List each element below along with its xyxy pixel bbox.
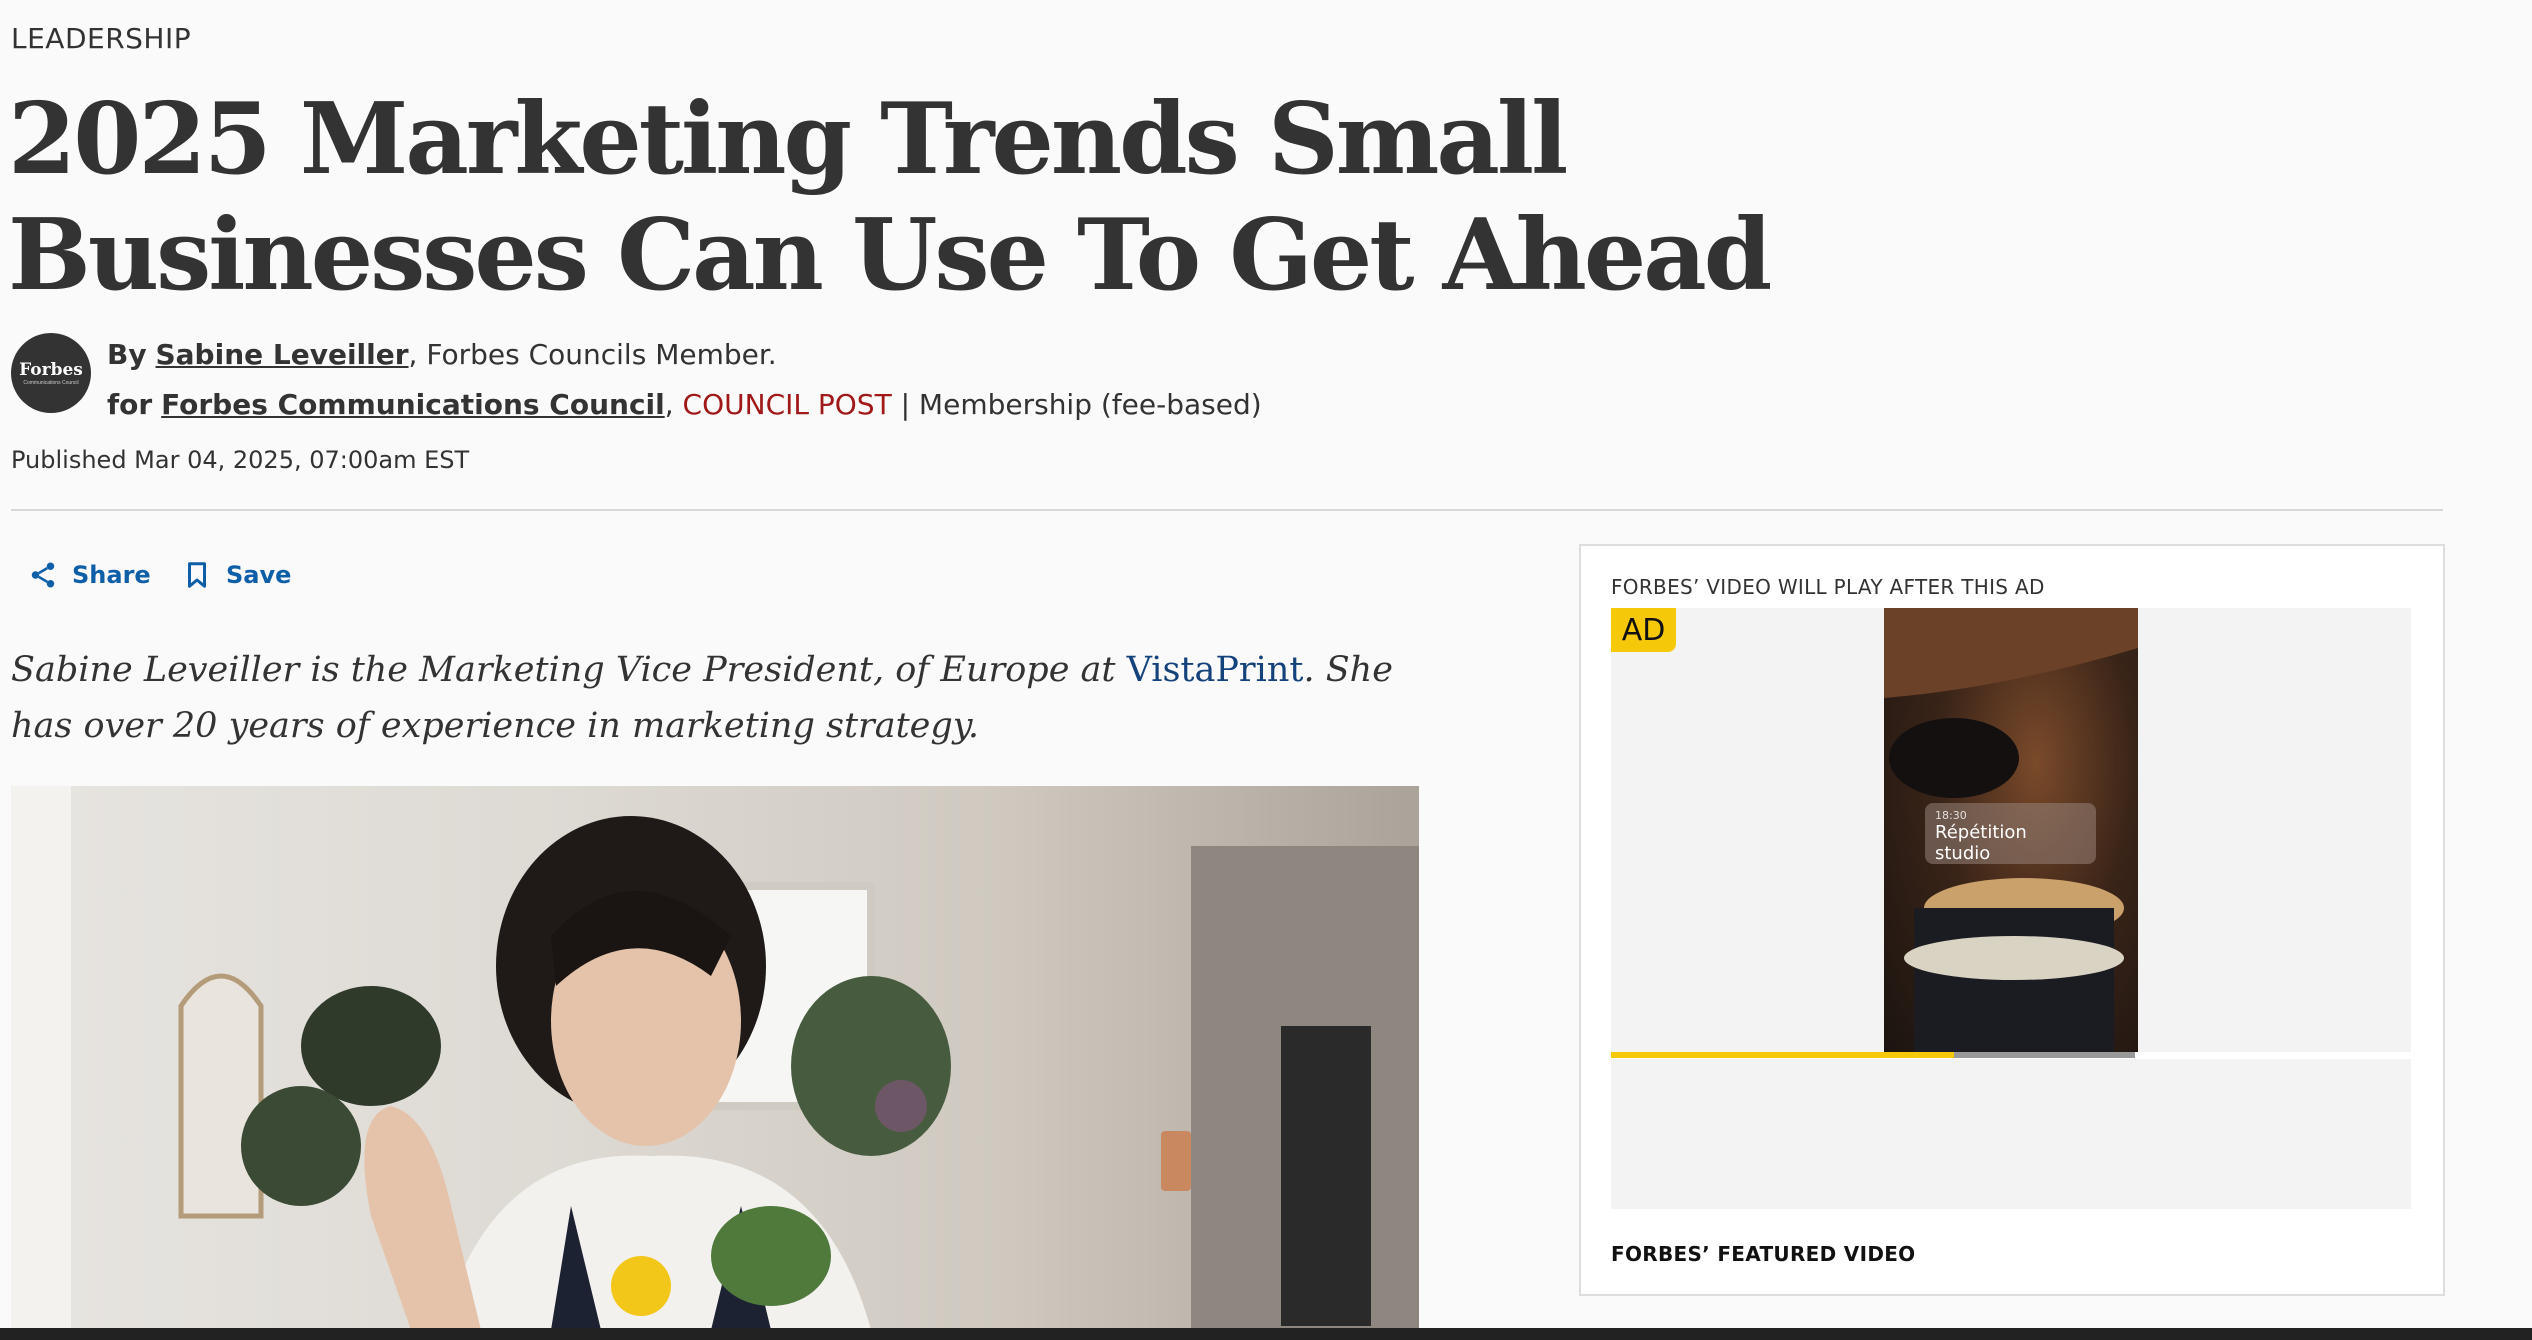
bookmark-icon: [188, 562, 206, 588]
share-button[interactable]: Share: [28, 560, 151, 590]
share-label: Share: [72, 561, 151, 589]
caption-title: Répétition studio: [1935, 822, 2027, 864]
ad-progress-fill: [1611, 1052, 1955, 1058]
author-suffix: , Forbes Councils Member.: [408, 338, 777, 371]
byline-council: for Forbes Communications Council, COUNC…: [107, 388, 1262, 421]
florist-photo: [11, 786, 1419, 1330]
author-intro: Sabine Leveiller is the Marketing Vice P…: [11, 642, 1411, 754]
published-date: Published Mar 04, 2025, 07:00am EST: [11, 446, 470, 474]
save-button[interactable]: Save: [182, 560, 291, 590]
featured-video-label: FORBES’ FEATURED VIDEO: [1611, 1242, 1916, 1266]
council-link[interactable]: Forbes Communications Council: [161, 388, 665, 421]
council-logo-subtitle: Communications Council: [23, 380, 79, 386]
author-link[interactable]: Sabine Leveiller: [156, 338, 409, 371]
section-tag[interactable]: LEADERSHIP: [11, 22, 191, 55]
council-post-label[interactable]: COUNCIL POST: [683, 388, 892, 421]
share-icon: [31, 562, 55, 588]
hero-image: [11, 786, 1419, 1330]
intro-text-start: Sabine Leveiller is the Marketing Vice P…: [11, 650, 1127, 690]
bottom-bar: [0, 1328, 2532, 1340]
vistaprint-link[interactable]: VistaPrint: [1127, 650, 1304, 690]
article-headline: 2025 Marketing Trends Small Businesses C…: [8, 82, 1772, 313]
video-ad-notice: FORBES’ VIDEO WILL PLAY AFTER THIS AD: [1611, 575, 2045, 599]
ad-badge: AD: [1611, 608, 1676, 652]
video-placeholder: [1611, 1059, 2411, 1209]
forbes-logo: Forbes: [19, 360, 83, 380]
caption-time: 18:30: [1935, 809, 1967, 822]
video-caption-chip: 18:30 Répétition studio: [1925, 803, 2096, 864]
author-avatar[interactable]: Forbes Communications Council: [11, 333, 91, 413]
save-label: Save: [226, 561, 292, 589]
byline-author: By Sabine Leveiller, Forbes Councils Mem…: [107, 338, 777, 371]
by-prefix: By: [107, 338, 147, 371]
byline-comma: ,: [664, 388, 674, 421]
header-divider: [11, 509, 2443, 511]
for-prefix: for: [107, 388, 153, 421]
membership-label: | Membership (fee-based): [900, 388, 1262, 421]
